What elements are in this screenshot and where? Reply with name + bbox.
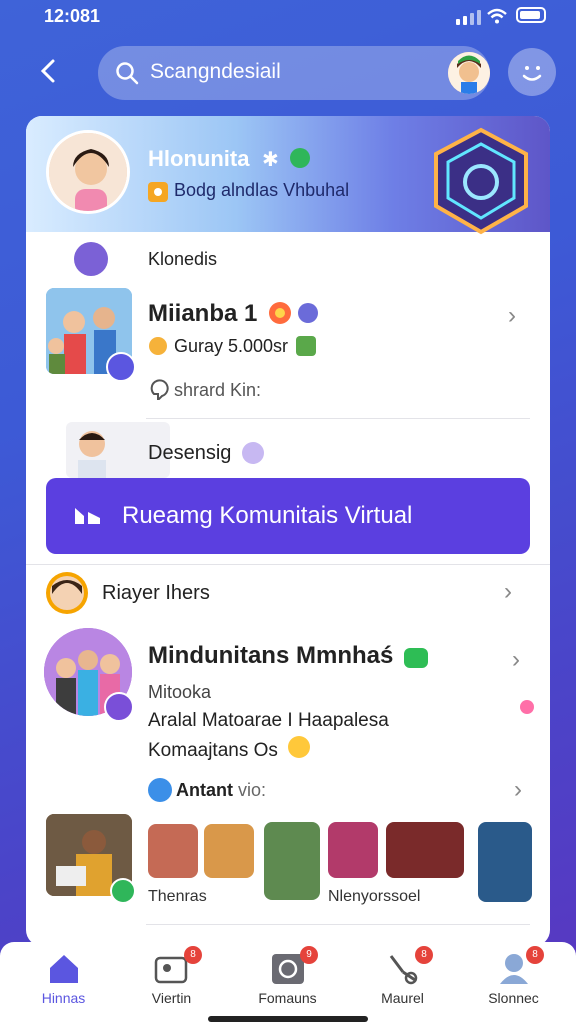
nav-video[interactable]: 8 Viertin xyxy=(114,942,229,1024)
emoji-icon xyxy=(288,736,310,758)
virtual-community-button[interactable]: Rueamg Komunitais Virtual xyxy=(46,478,530,554)
tag-icon xyxy=(148,182,168,202)
activity-icon xyxy=(148,778,172,802)
home-icon xyxy=(50,955,78,983)
emoji-button[interactable] xyxy=(508,48,556,96)
profile-subtitle: Bodg alndlas Vhbuhal xyxy=(174,180,350,200)
gallery-thumb[interactable] xyxy=(386,822,464,878)
group-badge-icon xyxy=(106,352,136,382)
frog-icon xyxy=(404,648,428,668)
bottom-nav: Hinnas 8 Viertin 9 Fomauns 8 Maurel 8 Sl… xyxy=(0,942,576,1024)
gallery-label: Thenras xyxy=(148,888,207,905)
community-icon xyxy=(75,508,100,524)
gallery-thumb[interactable] xyxy=(148,824,198,878)
search-icon xyxy=(116,62,139,85)
group-badge-icon xyxy=(104,692,134,722)
item-line2: Aralal Matoarae I Haapalesa xyxy=(148,710,389,731)
heart-icon xyxy=(520,700,534,714)
community-card: Hlonunita ✱ Bodg alndlas Vhbuhal Klonedi… xyxy=(26,116,550,946)
chevron-right-icon[interactable]: › xyxy=(504,578,512,606)
verified-icon xyxy=(296,336,316,356)
gallery-label: Nlenyorssoel xyxy=(328,888,421,905)
nav-market[interactable]: 8 Maurel xyxy=(345,942,460,1024)
chevron-right-icon[interactable]: › xyxy=(514,776,522,804)
item-title: Mindunitans Mmnhaś xyxy=(148,642,394,669)
gallery-thumb[interactable] xyxy=(204,824,254,878)
search-input[interactable]: Scangndesiail xyxy=(98,46,490,100)
nav-home[interactable]: Hinnas xyxy=(6,942,121,1024)
smile-icon xyxy=(522,66,542,81)
chevron-right-icon: › xyxy=(508,302,516,329)
item-meta: Guray 5.000sr xyxy=(174,336,289,356)
gallery-thumb[interactable] xyxy=(328,822,378,878)
nav-forums[interactable]: 9 Fomauns xyxy=(230,942,345,1024)
emoji-icons xyxy=(269,302,318,324)
divider xyxy=(146,924,530,925)
status-bar: 12:081 xyxy=(0,0,576,36)
player-avatar[interactable] xyxy=(46,572,88,614)
status-time: 12:081 xyxy=(44,6,101,26)
hexagon-graphic xyxy=(434,127,528,235)
badge-icons: ✱ xyxy=(262,147,310,170)
section-label-2: Desensig xyxy=(148,442,232,464)
play-badge-icon xyxy=(110,878,136,904)
search-text: Scangndesiail xyxy=(150,60,281,83)
list-item[interactable]: Miianba 1 Guray 5.000sr shrard Kin: › xyxy=(26,282,550,414)
wifi-icon xyxy=(487,8,507,24)
gallery-thumb[interactable] xyxy=(478,822,532,902)
divider xyxy=(26,564,550,565)
gallery-thumb[interactable] xyxy=(264,822,320,900)
item-line1: Mitooka xyxy=(148,682,212,702)
chevron-right-icon: › xyxy=(512,646,520,673)
info-icon xyxy=(242,442,264,464)
item-note: shrard Kin: xyxy=(174,380,262,400)
coin-icon xyxy=(149,337,167,355)
list-item[interactable]: Mindunitans Mmnhaś Mitooka Aralal Matoar… xyxy=(26,626,550,764)
share-icon xyxy=(150,379,169,400)
profile-avatar[interactable] xyxy=(46,130,130,214)
section-label-4: Antant vio: xyxy=(176,780,267,800)
item-title: Miianba 1 xyxy=(148,300,258,327)
profile-name: Hlonunita xyxy=(148,146,250,171)
section-label-3: Riayer Ihers xyxy=(102,582,210,604)
nav-profile[interactable]: 8 Slonnec xyxy=(456,942,571,1024)
section-avatar xyxy=(74,242,108,276)
back-button[interactable] xyxy=(34,56,64,86)
signal-icon xyxy=(456,10,481,25)
home-indicator xyxy=(208,1016,368,1022)
battery-icon xyxy=(516,7,546,23)
svg-text:✱: ✱ xyxy=(262,147,279,170)
item-line3: Komaajtans Os xyxy=(148,740,278,761)
user-avatar[interactable] xyxy=(448,52,490,94)
chevron-left-icon xyxy=(40,59,55,83)
profile-header: Hlonunita ✱ Bodg alndlas Vhbuhal xyxy=(26,116,550,235)
cta-label: Rueamg Komunitais Virtual xyxy=(122,502,413,529)
section-label: Klonedis xyxy=(148,249,218,269)
divider xyxy=(146,418,530,419)
